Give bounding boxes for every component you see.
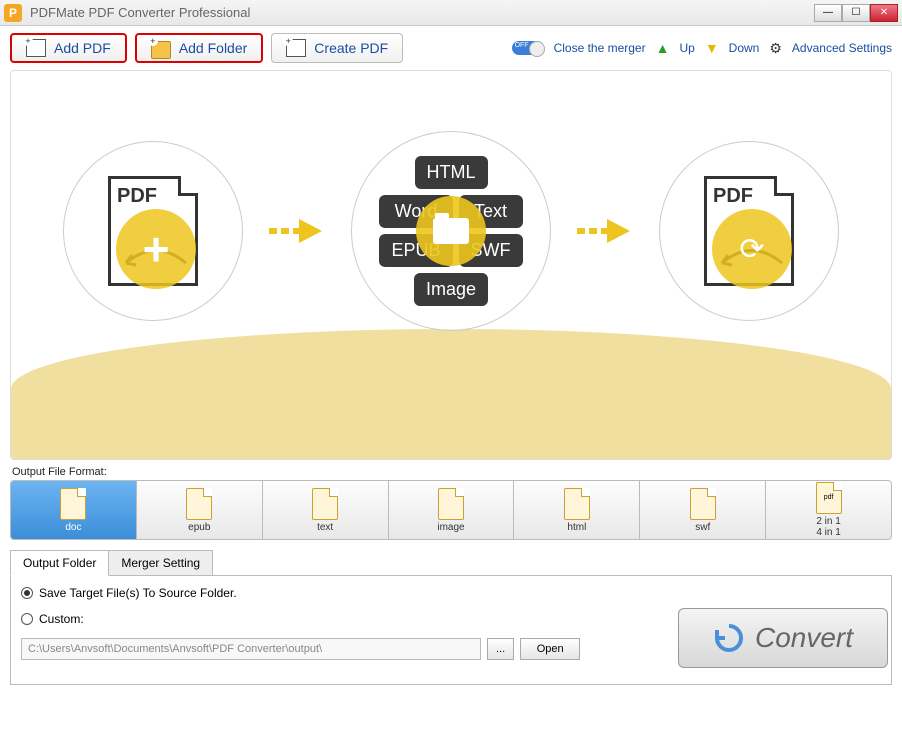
format-btn-pdf21[interactable]: pdf2 in 1 4 in 1 xyxy=(766,481,891,539)
format-btn-image[interactable]: image xyxy=(389,481,515,539)
doc-icon xyxy=(690,488,716,520)
format-btn-label: image xyxy=(437,522,464,533)
close-merger-label[interactable]: Close the merger xyxy=(554,41,646,55)
output-pdf-circle[interactable]: PDF ⟳ xyxy=(659,141,839,321)
add-folder-button[interactable]: Add Folder xyxy=(135,33,263,63)
add-pdf-icon xyxy=(26,39,46,57)
format-btn-swf[interactable]: swf xyxy=(640,481,766,539)
convert-label: Convert xyxy=(755,622,853,654)
close-button[interactable]: ✕ xyxy=(870,4,898,22)
format-btn-label: text xyxy=(317,522,333,533)
add-folder-label: Add Folder xyxy=(179,40,247,56)
arrow-down-icon: ▼ xyxy=(705,40,719,56)
add-pdf-button[interactable]: Add PDF xyxy=(10,33,127,63)
radio-save-source[interactable] xyxy=(21,587,33,599)
formats-circle[interactable]: HTML Word Text EPUB SWF Image xyxy=(351,131,551,331)
doc-icon xyxy=(564,488,590,520)
arrow-right-icon xyxy=(575,211,635,251)
doc-icon xyxy=(60,488,86,520)
toolbar: Add PDF Add Folder Create PDF Close the … xyxy=(0,26,902,70)
create-pdf-icon xyxy=(286,39,306,57)
format-html: HTML xyxy=(415,156,488,189)
add-pdf-label: Add PDF xyxy=(54,40,111,56)
tab-output-folder[interactable]: Output Folder xyxy=(10,550,109,576)
format-btn-label: doc xyxy=(65,522,81,533)
browse-button[interactable]: ... xyxy=(487,638,514,660)
radio-custom[interactable] xyxy=(21,613,33,625)
format-btn-label: 2 in 1 4 in 1 xyxy=(816,516,840,538)
advanced-settings-label[interactable]: Advanced Settings xyxy=(792,41,892,55)
down-label[interactable]: Down xyxy=(729,41,760,55)
canvas-wave-bg xyxy=(11,329,891,459)
minimize-button[interactable]: — xyxy=(814,4,842,22)
format-btn-label: swf xyxy=(695,522,710,533)
output-path-input[interactable] xyxy=(21,638,481,660)
doc-icon xyxy=(186,488,212,520)
custom-label: Custom: xyxy=(39,612,84,626)
add-folder-icon xyxy=(151,41,171,59)
doc-icon: pdf xyxy=(816,482,842,514)
arrow-up-icon: ▲ xyxy=(656,40,670,56)
gear-icon: ⚙ xyxy=(769,40,782,57)
up-label[interactable]: Up xyxy=(679,41,694,55)
format-btn-label: epub xyxy=(188,522,210,533)
format-btn-html[interactable]: html xyxy=(514,481,640,539)
open-button[interactable]: Open xyxy=(520,638,580,660)
sync-icon: ⟳ xyxy=(739,232,764,267)
save-source-label: Save Target File(s) To Source Folder. xyxy=(39,586,237,600)
format-btn-label: html xyxy=(567,522,586,533)
convert-button[interactable]: Convert xyxy=(678,608,888,668)
format-image: Image xyxy=(414,273,488,306)
arrow-right-icon xyxy=(267,211,327,251)
titlebar: P PDFMate PDF Converter Professional — ☐… xyxy=(0,0,902,26)
doc-icon xyxy=(438,488,464,520)
format-btn-epub[interactable]: epub xyxy=(137,481,263,539)
pdf-input-doc-icon: PDF + xyxy=(108,176,198,286)
convert-icon xyxy=(713,622,745,654)
plus-icon: + xyxy=(143,222,170,276)
create-pdf-button[interactable]: Create PDF xyxy=(271,33,403,63)
formats-bar: doc epub text image html swf pdf2 in 1 4 in 1 xyxy=(10,480,892,540)
canvas-area: PDF + HTML Word Text EPUB SWF Image xyxy=(10,70,892,460)
merger-toggle[interactable] xyxy=(512,41,544,55)
add-pdf-circle[interactable]: PDF + xyxy=(63,141,243,321)
folder-open-icon xyxy=(416,196,486,266)
settings-tabs: Output Folder Merger Setting xyxy=(10,550,892,576)
output-format-label: Output File Format: xyxy=(0,466,902,480)
formats-grid: HTML Word Text EPUB SWF Image xyxy=(379,156,522,306)
create-pdf-label: Create PDF xyxy=(314,40,388,56)
app-logo: P xyxy=(4,4,22,22)
tab-merger-setting[interactable]: Merger Setting xyxy=(109,550,213,576)
pdf-output-doc-icon: PDF ⟳ xyxy=(704,176,794,286)
doc-icon xyxy=(312,488,338,520)
window-title: PDFMate PDF Converter Professional xyxy=(30,5,814,20)
maximize-button[interactable]: ☐ xyxy=(842,4,870,22)
format-btn-text[interactable]: text xyxy=(263,481,389,539)
format-btn-doc[interactable]: doc xyxy=(11,481,137,539)
